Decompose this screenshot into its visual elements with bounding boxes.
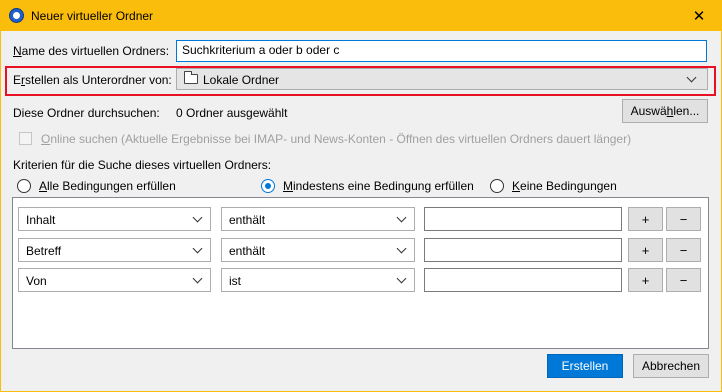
criteria-row: Inhalt enthält + −	[13, 207, 708, 231]
title-bar: Neuer virtueller Ordner ✕	[0, 0, 722, 31]
choose-folders-button[interactable]: Auswä h len...	[622, 99, 708, 123]
criteria-row: Betreff enthält + −	[13, 238, 708, 262]
remove-row-button[interactable]: −	[666, 268, 701, 292]
chevron-down-icon	[192, 273, 203, 284]
criteria-label: Kriterien für die Suche dieses virtuelle…	[13, 158, 272, 172]
radio-any-condition[interactable]	[261, 179, 275, 193]
highlight-box	[5, 66, 716, 96]
search-folders-label: Diese Ordner durchsuchen:	[13, 106, 160, 120]
radio-all-conditions[interactable]	[17, 179, 31, 193]
operator-select[interactable]: ist	[221, 268, 415, 292]
name-label: Name des virtuellen Ordners:	[13, 44, 170, 58]
remove-row-button[interactable]: −	[666, 207, 701, 231]
operator-select[interactable]: enthält	[221, 207, 415, 231]
dialog-body: Name des virtuellen Ordners: Suchkriteri…	[1, 31, 721, 391]
radio-no-conditions[interactable]	[490, 179, 504, 193]
field-select[interactable]: Betreff	[18, 238, 211, 262]
criteria-value-input[interactable]	[424, 238, 622, 262]
chevron-down-icon	[192, 243, 203, 254]
criteria-value-input[interactable]	[424, 268, 622, 292]
radio-any-condition-label: Mindestens eine Bedingung erfüllen	[283, 179, 474, 193]
add-row-button[interactable]: +	[628, 207, 663, 231]
radio-all-conditions-label: Alle Bedingungen erfüllen	[39, 179, 176, 193]
thunderbird-icon	[9, 8, 24, 23]
chevron-down-icon	[396, 243, 407, 254]
criteria-row: Von ist + −	[13, 268, 708, 292]
field-select[interactable]: Inhalt	[18, 207, 211, 231]
radio-no-conditions-label: Keine Bedingungen	[512, 179, 617, 193]
chevron-down-icon	[192, 212, 203, 223]
remove-row-button[interactable]: −	[666, 238, 701, 262]
chevron-down-icon	[396, 212, 407, 223]
field-select[interactable]: Von	[18, 268, 211, 292]
window-title: Neuer virtueller Ordner	[31, 9, 154, 23]
search-folders-value: 0 Ordner ausgewählt	[176, 106, 288, 120]
operator-select[interactable]: enthält	[221, 238, 415, 262]
online-search-checkbox[interactable]	[19, 132, 32, 145]
add-row-button[interactable]: +	[628, 238, 663, 262]
cancel-button[interactable]: Abbrechen	[633, 354, 709, 378]
criteria-list: Inhalt enthält + − Betreff enthält + − V…	[12, 197, 709, 349]
add-row-button[interactable]: +	[628, 268, 663, 292]
online-search-label: Online suchen (Aktuelle Ergebnisse bei I…	[41, 132, 632, 146]
create-button[interactable]: Erstellen	[547, 354, 623, 378]
chevron-down-icon	[396, 273, 407, 284]
folder-name-input[interactable]: Suchkriterium a oder b oder c	[176, 40, 707, 62]
close-button[interactable]: ✕	[676, 0, 722, 31]
criteria-value-input[interactable]	[424, 207, 622, 231]
